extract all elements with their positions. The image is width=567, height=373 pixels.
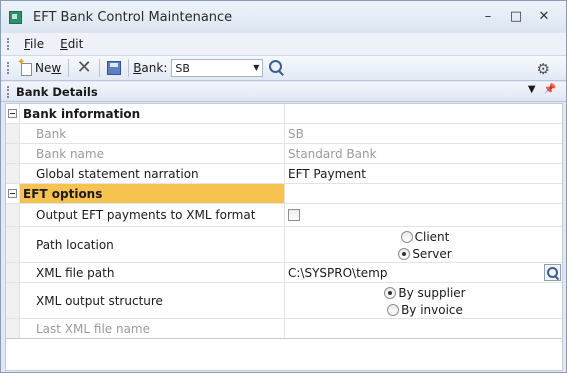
pin-icon[interactable]: 📌 [544, 84, 556, 95]
minimize-button[interactable]: – [474, 9, 502, 25]
menu-file[interactable]: File [16, 37, 52, 51]
search-icon[interactable] [268, 59, 286, 77]
property-value-bank-name: Standard Bank [288, 146, 377, 161]
toolbar-separator [128, 59, 130, 77]
new-button-label: New [35, 61, 62, 75]
output-xml-cell [285, 204, 562, 226]
maximize-button[interactable]: □ [502, 9, 530, 25]
category-label: Bank information [20, 104, 285, 123]
radio-option-by-invoice[interactable]: By invoice [387, 302, 463, 317]
radio-label-by-supplier: By supplier [398, 285, 466, 300]
bank-combo[interactable]: SB ▼ [171, 59, 264, 77]
delete-x-icon: ✕ [76, 57, 92, 78]
xml-output-structure-radio-group: By supplier By invoice [285, 283, 562, 318]
category-value-cell [285, 184, 562, 203]
menu-grip-icon [7, 38, 10, 50]
row-gutter [6, 164, 20, 183]
panel-grip-icon [7, 85, 10, 98]
property-row-path-location: Path location Client Server [6, 227, 562, 263]
toolbar-separator [99, 59, 101, 77]
property-row-output-xml: Output EFT payments to XML format [6, 204, 562, 227]
category-gutter [6, 184, 20, 203]
property-label-last-xml-file-name: Last XML file name [20, 319, 285, 338]
browse-search-icon[interactable] [544, 264, 561, 281]
collapse-icon[interactable] [8, 189, 17, 198]
title-bar: EFT Bank Control Maintenance – □ ✕ [1, 1, 566, 33]
property-row-bank-name: Bank name Standard Bank [6, 144, 562, 164]
row-gutter [6, 319, 20, 338]
new-document-icon [17, 57, 33, 76]
property-label-path-location: Path location [20, 227, 285, 262]
row-gutter [6, 283, 20, 318]
row-gutter [6, 227, 20, 262]
property-label-xml-output-structure: XML output structure [20, 283, 285, 318]
main-window: EFT Bank Control Maintenance – □ ✕ File … [0, 0, 567, 373]
row-gutter [6, 204, 20, 226]
panel-controls: ▼ 📌 [528, 84, 556, 95]
new-button[interactable]: New [16, 57, 64, 79]
property-label-bank: Bank [20, 124, 285, 143]
category-bank-information[interactable]: Bank information [6, 104, 562, 124]
menu-bar: File Edit [1, 33, 566, 55]
property-label-bank-name: Bank name [20, 144, 285, 163]
property-value-bank: SB [288, 126, 304, 141]
bank-label: Bank: [133, 61, 168, 75]
delete-button[interactable]: ✕ [73, 57, 95, 79]
row-gutter [6, 263, 20, 282]
save-disk-icon [107, 61, 122, 75]
radio-label-by-invoice: By invoice [401, 302, 463, 317]
radio-option-by-supplier[interactable]: By supplier [384, 285, 466, 300]
window-title: EFT Bank Control Maintenance [33, 9, 233, 25]
toolbar-grip-icon [7, 62, 10, 74]
xml-file-path-cell: C:\SYSPRO\temp [285, 263, 562, 282]
property-label-narration: Global statement narration [20, 164, 285, 183]
output-xml-checkbox[interactable] [288, 209, 300, 221]
radio-option-server[interactable]: Server [398, 246, 452, 261]
radio-by-invoice[interactable] [387, 303, 400, 316]
property-grid: Bank information Bank SB Bank name Stand… [5, 103, 563, 371]
toolbar-separator [68, 59, 70, 77]
gear-icon[interactable]: ⚙ [537, 60, 550, 78]
xml-file-path-field[interactable]: C:\SYSPRO\temp [288, 266, 388, 280]
category-eft-options[interactable]: EFT options [6, 184, 562, 204]
panel-header: Bank Details ▼ 📌 [1, 82, 566, 102]
panel-dropdown-icon[interactable]: ▼ [528, 84, 536, 95]
narration-field[interactable]: EFT Payment [285, 164, 562, 183]
property-label-output-xml: Output EFT payments to XML format [20, 204, 285, 226]
radio-server[interactable] [398, 247, 411, 260]
property-label-xml-file-path: XML file path [20, 263, 285, 282]
radio-by-supplier[interactable] [384, 286, 397, 299]
close-button[interactable]: ✕ [530, 9, 558, 25]
panel-title: Bank Details [16, 84, 98, 99]
path-location-radio-group: Client Server [285, 227, 562, 262]
property-row-narration[interactable]: Global statement narration EFT Payment [6, 164, 562, 184]
radio-label-server: Server [412, 246, 452, 261]
collapse-icon[interactable] [8, 109, 17, 118]
save-button[interactable] [104, 57, 124, 79]
row-gutter [6, 124, 20, 143]
property-row-bank: Bank SB [6, 124, 562, 144]
app-icon [9, 10, 22, 24]
menu-edit[interactable]: Edit [52, 37, 91, 51]
property-value-last-xml-file-name [285, 319, 562, 338]
category-value-cell [285, 104, 562, 123]
property-row-xml-file-path: XML file path C:\SYSPRO\temp [6, 263, 562, 283]
radio-client[interactable] [400, 230, 413, 243]
dropdown-arrow-icon[interactable]: ▼ [250, 60, 262, 76]
bank-combo-value: SB [175, 61, 190, 75]
row-gutter [6, 144, 20, 163]
property-row-last-xml-file-name: Last XML file name [6, 319, 562, 339]
property-row-xml-output-structure: XML output structure By supplier By invo… [6, 283, 562, 319]
window-controls: – □ ✕ [474, 9, 558, 25]
radio-option-client[interactable]: Client [400, 229, 450, 244]
toolbar: New ✕ Bank: SB ▼ ⚙ [1, 55, 566, 81]
radio-label-client: Client [414, 229, 450, 244]
category-label: EFT options [20, 184, 285, 203]
category-gutter [6, 104, 20, 123]
